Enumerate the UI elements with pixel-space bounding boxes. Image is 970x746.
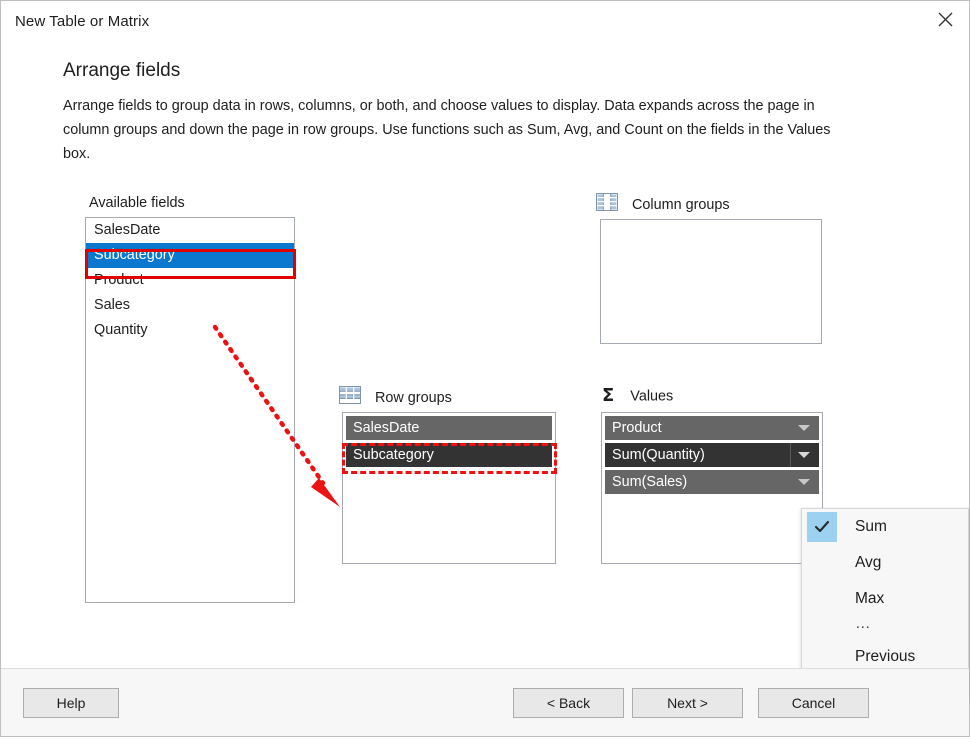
row-group-item[interactable]: Subcategory	[346, 443, 552, 467]
list-item[interactable]: Subcategory	[86, 243, 294, 268]
table-grid-icon	[339, 386, 361, 408]
next-button[interactable]: Next >	[632, 688, 743, 718]
page-title: Arrange fields	[63, 60, 180, 82]
value-item[interactable]: Product	[605, 416, 819, 440]
menu-item-label: Avg	[855, 554, 881, 571]
dialog-body: Arrange fields Arrange fields to group d…	[1, 46, 969, 668]
menu-item-more[interactable]: …	[802, 617, 968, 639]
dialog-title: New Table or Matrix	[15, 13, 149, 30]
row-groups-label: Row groups	[339, 387, 452, 409]
annotation-arrow-head	[311, 478, 340, 507]
chevron-down-icon[interactable]	[798, 452, 810, 458]
menu-item-label: …	[855, 615, 873, 632]
menu-item-sum[interactable]: Sum	[802, 509, 968, 545]
help-button[interactable]: Help	[23, 688, 119, 718]
value-item[interactable]: Sum(Quantity)	[605, 443, 819, 467]
value-item-label: Product	[612, 420, 662, 436]
dialog-footer: Help < Back Next > Cancel	[1, 668, 969, 736]
chevron-down-icon[interactable]	[798, 425, 810, 431]
page-description: Arrange fields to group data in rows, co…	[63, 94, 853, 166]
menu-item-label: Max	[855, 590, 884, 607]
row-group-item-label: SalesDate	[353, 420, 419, 436]
values-label: Σ Values	[602, 386, 673, 407]
value-item-label: Sum(Sales)	[612, 474, 687, 490]
menu-item-label: Sum	[855, 518, 887, 535]
chevron-down-icon[interactable]	[798, 479, 810, 485]
value-item-label: Sum(Quantity)	[612, 447, 705, 463]
list-item[interactable]: Sales	[86, 293, 294, 318]
menu-item-max[interactable]: Max	[802, 581, 968, 617]
row-group-item-label: Subcategory	[353, 447, 434, 463]
menu-item-avg[interactable]: Avg	[802, 545, 968, 581]
dialog-titlebar: New Table or Matrix	[1, 1, 969, 46]
column-groups-listbox[interactable]	[600, 219, 822, 344]
row-group-item[interactable]: SalesDate	[346, 416, 552, 440]
list-item[interactable]: Product	[86, 268, 294, 293]
available-fields-label-text: Available fields	[89, 195, 185, 211]
table-grid-icon	[596, 193, 618, 215]
column-groups-label: Column groups	[596, 194, 730, 216]
close-icon[interactable]	[922, 1, 969, 38]
check-icon	[807, 512, 837, 542]
column-groups-label-text: Column groups	[632, 197, 730, 213]
available-fields-label: Available fields	[89, 195, 185, 211]
values-listbox[interactable]: Product Sum(Quantity) Sum(Sales)	[601, 412, 823, 564]
close-glyph	[938, 12, 953, 27]
row-groups-label-text: Row groups	[375, 390, 452, 406]
available-fields-listbox[interactable]: SalesDate Subcategory Product Sales Quan…	[85, 217, 295, 603]
sigma-icon: Σ	[602, 385, 614, 406]
value-item[interactable]: Sum(Sales)	[605, 470, 819, 494]
back-button[interactable]: < Back	[513, 688, 624, 718]
list-item[interactable]: SalesDate	[86, 218, 294, 243]
new-table-or-matrix-dialog: New Table or Matrix Arrange fields Arran…	[0, 0, 970, 737]
row-groups-listbox[interactable]: SalesDate Subcategory	[342, 412, 556, 564]
cancel-button[interactable]: Cancel	[758, 688, 869, 718]
values-label-text: Values	[630, 389, 673, 405]
list-item[interactable]: Quantity	[86, 318, 294, 343]
menu-item-label: Previous	[855, 648, 915, 665]
